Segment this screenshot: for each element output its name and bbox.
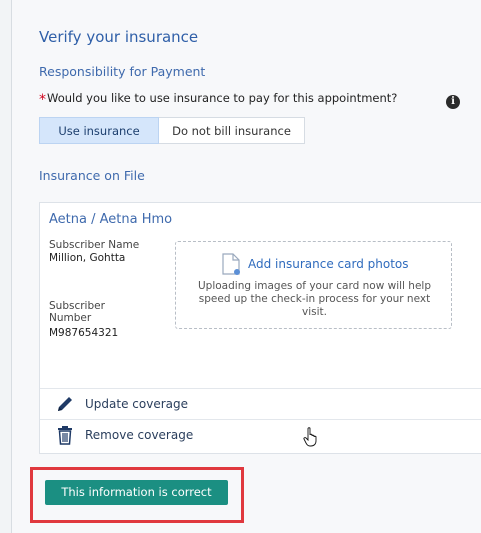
subscriber-number-value: M987654321 [49, 327, 119, 339]
use-insurance-button[interactable]: Use insurance [39, 117, 159, 144]
info-icon[interactable]: i [446, 95, 460, 109]
update-coverage-label: Update coverage [85, 397, 188, 411]
question-text: Would you like to use insurance to pay f… [47, 91, 398, 105]
upload-card-dropzone[interactable]: Add insurance card photos Uploading imag… [175, 241, 452, 329]
section-subtitle: Responsibility for Payment [39, 64, 206, 79]
subscriber-name-label: Subscriber Name [49, 239, 140, 251]
card-divider [40, 419, 481, 420]
update-coverage-button[interactable]: Update coverage [55, 393, 188, 415]
required-marker: * [39, 92, 46, 108]
subscriber-name-value: Million, Gohtta [49, 252, 126, 264]
information-correct-button[interactable]: This information is correct [45, 480, 228, 505]
upload-help-line1: Uploading images of your card now will h… [197, 280, 431, 292]
subscriber-number-label-line1: Subscriber [49, 300, 105, 312]
document-upload-icon [222, 253, 240, 275]
remove-coverage-label: Remove coverage [85, 428, 194, 442]
plan-name: Aetna / Aetna Hmo [49, 212, 173, 227]
remove-coverage-button[interactable]: Remove coverage [55, 424, 193, 446]
card-divider [40, 388, 481, 389]
hand-cursor-icon [303, 427, 317, 447]
trash-icon [58, 426, 72, 445]
insurance-on-file-heading: Insurance on File [39, 168, 145, 183]
subscriber-number-label-line2: Number [49, 312, 92, 324]
subscriber-number-label: Subscriber Number [49, 300, 105, 324]
upload-help-text: Uploading images of your card now will h… [176, 280, 453, 319]
add-insurance-card-photos-link[interactable]: Add insurance card photos [248, 257, 409, 271]
pencil-icon [58, 397, 72, 411]
do-not-bill-insurance-button[interactable]: Do not bill insurance [159, 117, 305, 144]
insurance-question: *Would you like to use insurance to pay … [39, 91, 397, 108]
upload-help-line3: visit. [302, 306, 327, 318]
coverage-card: Aetna / Aetna Hmo Subscriber Name Millio… [39, 202, 481, 454]
upload-help-line2: speed up the check-in process for your n… [198, 293, 431, 305]
page-title: Verify your insurance [39, 28, 199, 46]
left-rail [0, 0, 12, 533]
